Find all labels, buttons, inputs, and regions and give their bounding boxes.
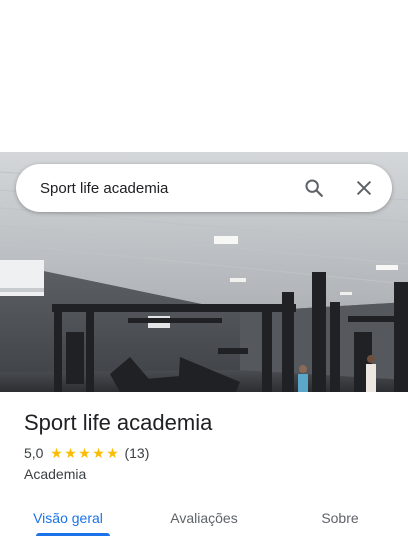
close-icon [357, 181, 371, 195]
tab-overview[interactable]: Visão geral [0, 496, 136, 544]
place-page: Sport life academia Sport life academia … [0, 0, 408, 544]
place-category[interactable]: Academia [24, 466, 86, 482]
search-input[interactable]: Sport life academia [40, 180, 302, 197]
rating-row[interactable]: 5,0 ★ ★ ★ ★ ★ (13) [24, 445, 149, 461]
search-button[interactable] [302, 176, 326, 200]
search-bar[interactable]: Sport life academia [16, 164, 392, 212]
rating-value: 5,0 [24, 445, 44, 461]
star-icon: ★ [50, 445, 63, 461]
place-tabs: Visão geral Avaliações Sobre [0, 496, 408, 544]
search-icon [305, 179, 323, 197]
active-tab-indicator [36, 533, 110, 536]
star-icon: ★ [106, 445, 119, 461]
tab-reviews[interactable]: Avaliações [136, 496, 272, 544]
place-title: Sport life academia [24, 410, 213, 435]
clear-search-button[interactable] [352, 176, 376, 200]
star-rating: ★ ★ ★ ★ ★ [49, 446, 119, 460]
tab-about[interactable]: Sobre [272, 496, 408, 544]
place-info-panel: Sport life academia 5,0 ★ ★ ★ ★ ★ (13) A… [0, 392, 408, 544]
star-icon: ★ [78, 445, 91, 461]
star-icon: ★ [92, 445, 105, 461]
star-icon: ★ [64, 445, 77, 461]
review-count[interactable]: (13) [124, 445, 149, 461]
